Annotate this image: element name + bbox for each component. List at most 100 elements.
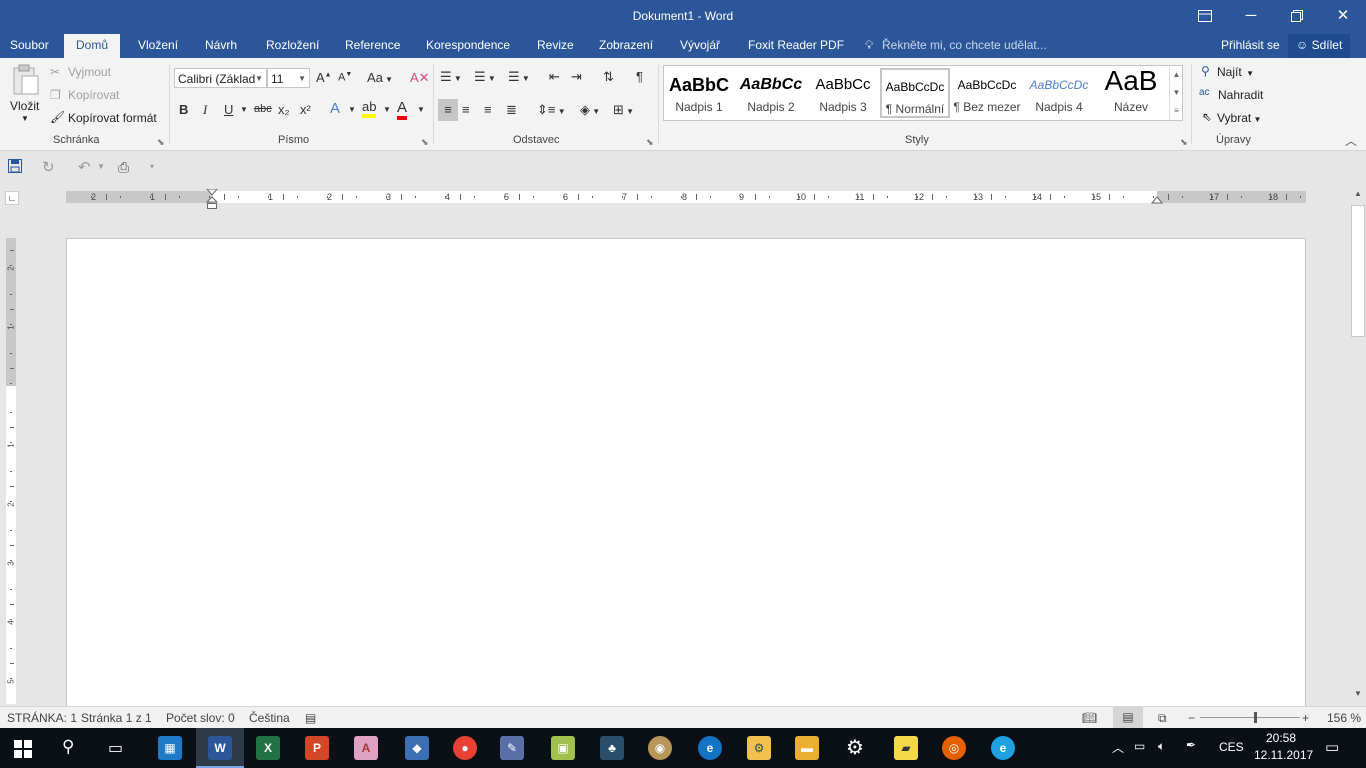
macro-record-icon[interactable]: ▤	[305, 711, 316, 725]
right-indent-marker-icon[interactable]	[1150, 195, 1164, 205]
align-left-icon[interactable]: ≡	[438, 99, 458, 121]
increase-indent-icon[interactable]: ⇥	[571, 69, 582, 85]
zoom-slider-thumb[interactable]	[1254, 712, 1257, 723]
web-layout-icon[interactable]: ⧉	[1158, 711, 1167, 726]
security-shield-icon[interactable]: ◆	[405, 736, 429, 760]
code-editor-icon[interactable]: ✎	[500, 736, 524, 760]
shrink-font-icon[interactable]: A▼	[338, 71, 352, 84]
multilevel-list-icon[interactable]: ☰ ▼	[508, 69, 530, 85]
more-styles-icon[interactable]: ≡	[1170, 102, 1183, 120]
battery-icon[interactable]: ▭	[1134, 739, 1145, 753]
tab-foxit[interactable]: Foxit Reader PDF	[748, 38, 844, 58]
bullets-icon[interactable]: ☰ ▼	[440, 69, 462, 85]
undo-dropdown-icon[interactable]: ▼	[97, 162, 105, 171]
paint-palette-icon[interactable]: ◉	[648, 736, 672, 760]
indent-marker-icon[interactable]	[205, 188, 219, 211]
text-effects-icon[interactable]: A	[330, 100, 340, 117]
borders-icon[interactable]: ⊞ ▼	[613, 102, 634, 118]
horizontal-ruler[interactable]: 2 1 1 2 3 4 5 6 7 8 9 10 11 12 13 14 15 …	[66, 191, 1306, 203]
pen-icon[interactable]: ✒	[1186, 738, 1196, 752]
line-spacing-icon[interactable]: ⇕≡ ▼	[537, 102, 566, 118]
replace-button[interactable]: Nahradit	[1218, 88, 1263, 102]
tab-view[interactable]: Zobrazení	[599, 38, 653, 58]
chevron-down-icon[interactable]: ▼	[1170, 84, 1183, 102]
styles-scroll[interactable]: ▲ ▼ ≡	[1169, 66, 1183, 120]
read-mode-icon[interactable]: 📖︎	[1082, 711, 1097, 725]
tell-me-input[interactable]: Řekněte mi, co chcete udělat...	[882, 38, 1047, 58]
firefox-icon[interactable]: ◎	[942, 736, 966, 760]
search-icon[interactable]: ⚲	[62, 737, 74, 757]
notifications-icon[interactable]: ▭	[1325, 738, 1339, 756]
change-case-button[interactable]: Aa ▼	[367, 70, 393, 85]
language-indicator[interactable]: Čeština	[249, 711, 290, 725]
style-heading4[interactable]: AaBbCcDc Nadpis 4	[1024, 68, 1094, 118]
vertical-ruler[interactable]: 2 1 1 2 3 4 5	[6, 238, 16, 709]
style-normal[interactable]: AaBbCcDc ¶ Normální	[880, 68, 950, 118]
numbering-icon[interactable]: ☰ ▼	[474, 69, 496, 85]
tab-developer[interactable]: Vývojář	[680, 38, 720, 58]
tab-review[interactable]: Revize	[537, 38, 574, 58]
font-color-dropdown-icon[interactable]: ▼	[417, 105, 425, 114]
tab-file[interactable]: Soubor	[10, 38, 49, 58]
grow-font-icon[interactable]: A▲	[316, 70, 332, 85]
zoom-level[interactable]: 156 %	[1327, 711, 1361, 725]
align-center-icon[interactable]: ≡	[462, 102, 470, 117]
undo-icon[interactable]: ↶	[78, 158, 91, 176]
justify-icon[interactable]: ≣	[506, 102, 517, 118]
customize-qat-icon[interactable]: ▾	[150, 162, 154, 171]
clock-time[interactable]: 20:58	[1266, 731, 1296, 745]
close-button[interactable]: ✕	[1320, 0, 1366, 32]
paste-dropdown-icon[interactable]: ▼	[21, 114, 29, 123]
scroll-down-icon[interactable]: ▼	[1350, 689, 1366, 703]
print-preview-icon[interactable]: ⎙	[118, 159, 129, 176]
sticky-notes-icon[interactable]: ▰	[894, 736, 918, 760]
chrome-icon[interactable]: ●	[453, 736, 477, 760]
edge-icon[interactable]: e	[698, 736, 722, 760]
subscript-button[interactable]: x₂	[278, 102, 290, 117]
windows-start-icon[interactable]	[14, 740, 32, 758]
section-indicator[interactable]: STRÁNKA: 1	[7, 711, 77, 725]
excel-icon[interactable]: X	[256, 736, 280, 760]
font-name-combo[interactable]: Calibri (Základ ▼	[174, 68, 267, 88]
font-size-combo[interactable]: 11 ▼	[267, 68, 310, 88]
clear-formatting-icon[interactable]: A✕	[410, 70, 430, 86]
pilcrow-icon[interactable]: ¶	[636, 69, 643, 84]
zoom-out-icon[interactable]: −	[1188, 711, 1195, 725]
collapse-ribbon-icon[interactable]: ︿	[1345, 132, 1357, 149]
font-color-icon[interactable]: A	[397, 99, 408, 120]
find-button[interactable]: Najít ▼	[1217, 65, 1254, 79]
highlight-icon[interactable]: ab	[362, 99, 377, 118]
python-icon[interactable]: ⚙	[747, 736, 771, 760]
paste-icon[interactable]	[10, 64, 40, 95]
decrease-indent-icon[interactable]: ⇤	[549, 69, 560, 85]
ribbon-display-options-button[interactable]	[1182, 0, 1228, 32]
minimize-button[interactable]: ─	[1228, 0, 1274, 32]
restore-button[interactable]	[1274, 0, 1320, 32]
input-language[interactable]: CES	[1219, 740, 1244, 754]
tab-mailings[interactable]: Korespondence	[426, 38, 510, 58]
chevron-up-icon[interactable]: ▲	[1170, 66, 1183, 84]
tab-home[interactable]: Domů	[64, 34, 121, 58]
chevron-up-icon[interactable]: ︿	[1112, 739, 1124, 756]
format-painter-button[interactable]: Kopírovat formát	[68, 111, 157, 125]
cut-button[interactable]: Vyjmout	[68, 65, 111, 79]
powerpoint-icon[interactable]: P	[305, 736, 329, 760]
underline-button[interactable]: U	[224, 102, 233, 117]
font-launcher-icon[interactable]: ⬊	[421, 137, 429, 148]
volume-icon[interactable]: 🔈︎	[1158, 739, 1165, 754]
select-button[interactable]: Vybrat ▼	[1217, 111, 1261, 125]
page-indicator[interactable]: Stránka 1 z 1	[81, 711, 152, 725]
remote-desktop-icon[interactable]: ▦	[158, 736, 182, 760]
zoom-in-icon[interactable]: +	[1302, 711, 1309, 725]
tab-layout[interactable]: Rozložení	[266, 38, 319, 58]
word-count[interactable]: Počet slov: 0	[166, 711, 235, 725]
save-icon[interactable]	[8, 159, 22, 176]
style-title[interactable]: AaB Název	[1096, 68, 1166, 118]
paragraph-launcher-icon[interactable]: ⬊	[646, 137, 654, 148]
word-icon[interactable]: W	[208, 736, 232, 760]
zoom-slider[interactable]	[1200, 717, 1300, 718]
superscript-button[interactable]: x²	[300, 102, 311, 117]
shading-icon[interactable]: ◈ ▼	[580, 102, 600, 118]
style-heading2[interactable]: AaBbCc Nadpis 2	[736, 68, 806, 118]
tab-selector-icon[interactable]: ∟	[5, 191, 19, 205]
